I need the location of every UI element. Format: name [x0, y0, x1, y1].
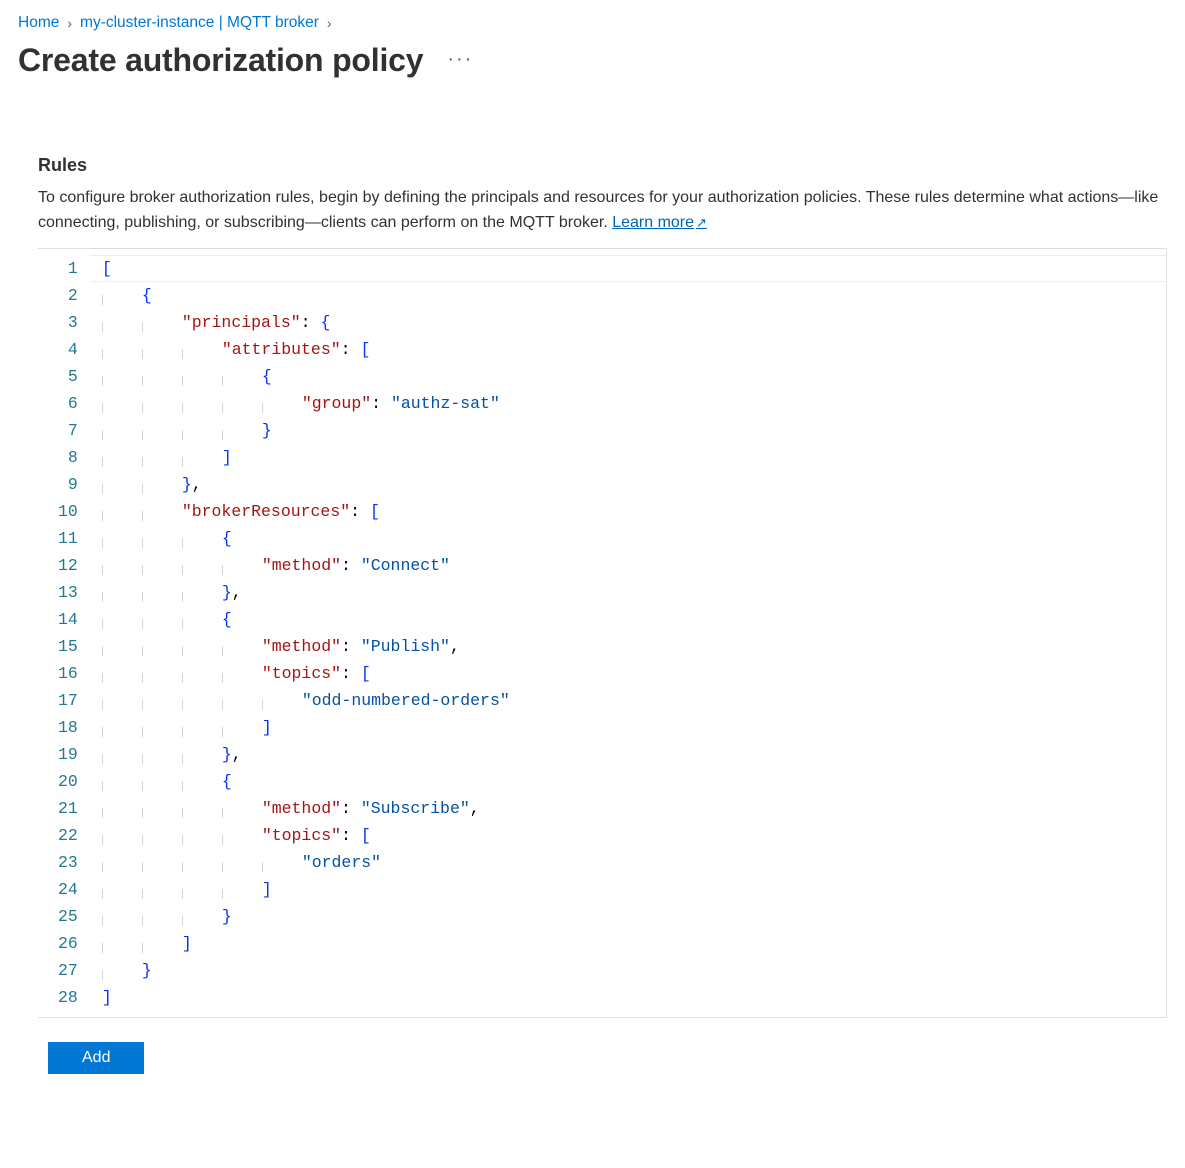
- line-number: 5: [58, 363, 78, 390]
- line-number: 27: [58, 957, 78, 984]
- line-number: 11: [58, 525, 78, 552]
- line-number: 7: [58, 417, 78, 444]
- line-number: 19: [58, 741, 78, 768]
- line-number: 15: [58, 633, 78, 660]
- line-number: 26: [58, 930, 78, 957]
- line-number: 23: [58, 849, 78, 876]
- line-number: 25: [58, 903, 78, 930]
- line-number: 2: [58, 282, 78, 309]
- editor-content[interactable]: [ { "principals": { "attributes": [ { "g…: [90, 249, 1166, 1017]
- more-actions-button[interactable]: ···: [447, 48, 473, 71]
- breadcrumb-cluster[interactable]: my-cluster-instance | MQTT broker: [80, 14, 319, 32]
- page-title: Create authorization policy: [18, 42, 423, 79]
- line-number: 24: [58, 876, 78, 903]
- line-number: 17: [58, 687, 78, 714]
- add-button[interactable]: Add: [48, 1042, 144, 1074]
- line-number: 22: [58, 822, 78, 849]
- breadcrumb: Home › my-cluster-instance | MQTT broker…: [18, 10, 1167, 42]
- rules-heading: Rules: [38, 155, 1167, 176]
- breadcrumb-home[interactable]: Home: [18, 14, 59, 32]
- line-number: 14: [58, 606, 78, 633]
- line-number: 10: [58, 498, 78, 525]
- line-number: 9: [58, 471, 78, 498]
- line-number: 8: [58, 444, 78, 471]
- line-number: 4: [58, 336, 78, 363]
- chevron-right-icon: ›: [67, 15, 72, 31]
- line-number: 20: [58, 768, 78, 795]
- line-number: 3: [58, 309, 78, 336]
- chevron-right-icon: ›: [327, 15, 332, 31]
- editor-gutter: 1234567891011121314151617181920212223242…: [38, 249, 90, 1017]
- line-number: 1: [58, 255, 78, 282]
- learn-more-link[interactable]: Learn more↗: [612, 214, 707, 231]
- line-number: 28: [58, 984, 78, 1011]
- line-number: 13: [58, 579, 78, 606]
- json-editor[interactable]: 1234567891011121314151617181920212223242…: [38, 248, 1167, 1018]
- line-number: 21: [58, 795, 78, 822]
- line-number: 12: [58, 552, 78, 579]
- line-number: 16: [58, 660, 78, 687]
- external-link-icon: ↗: [696, 215, 707, 230]
- rules-description: To configure broker authorization rules,…: [38, 186, 1167, 236]
- line-number: 6: [58, 390, 78, 417]
- line-number: 18: [58, 714, 78, 741]
